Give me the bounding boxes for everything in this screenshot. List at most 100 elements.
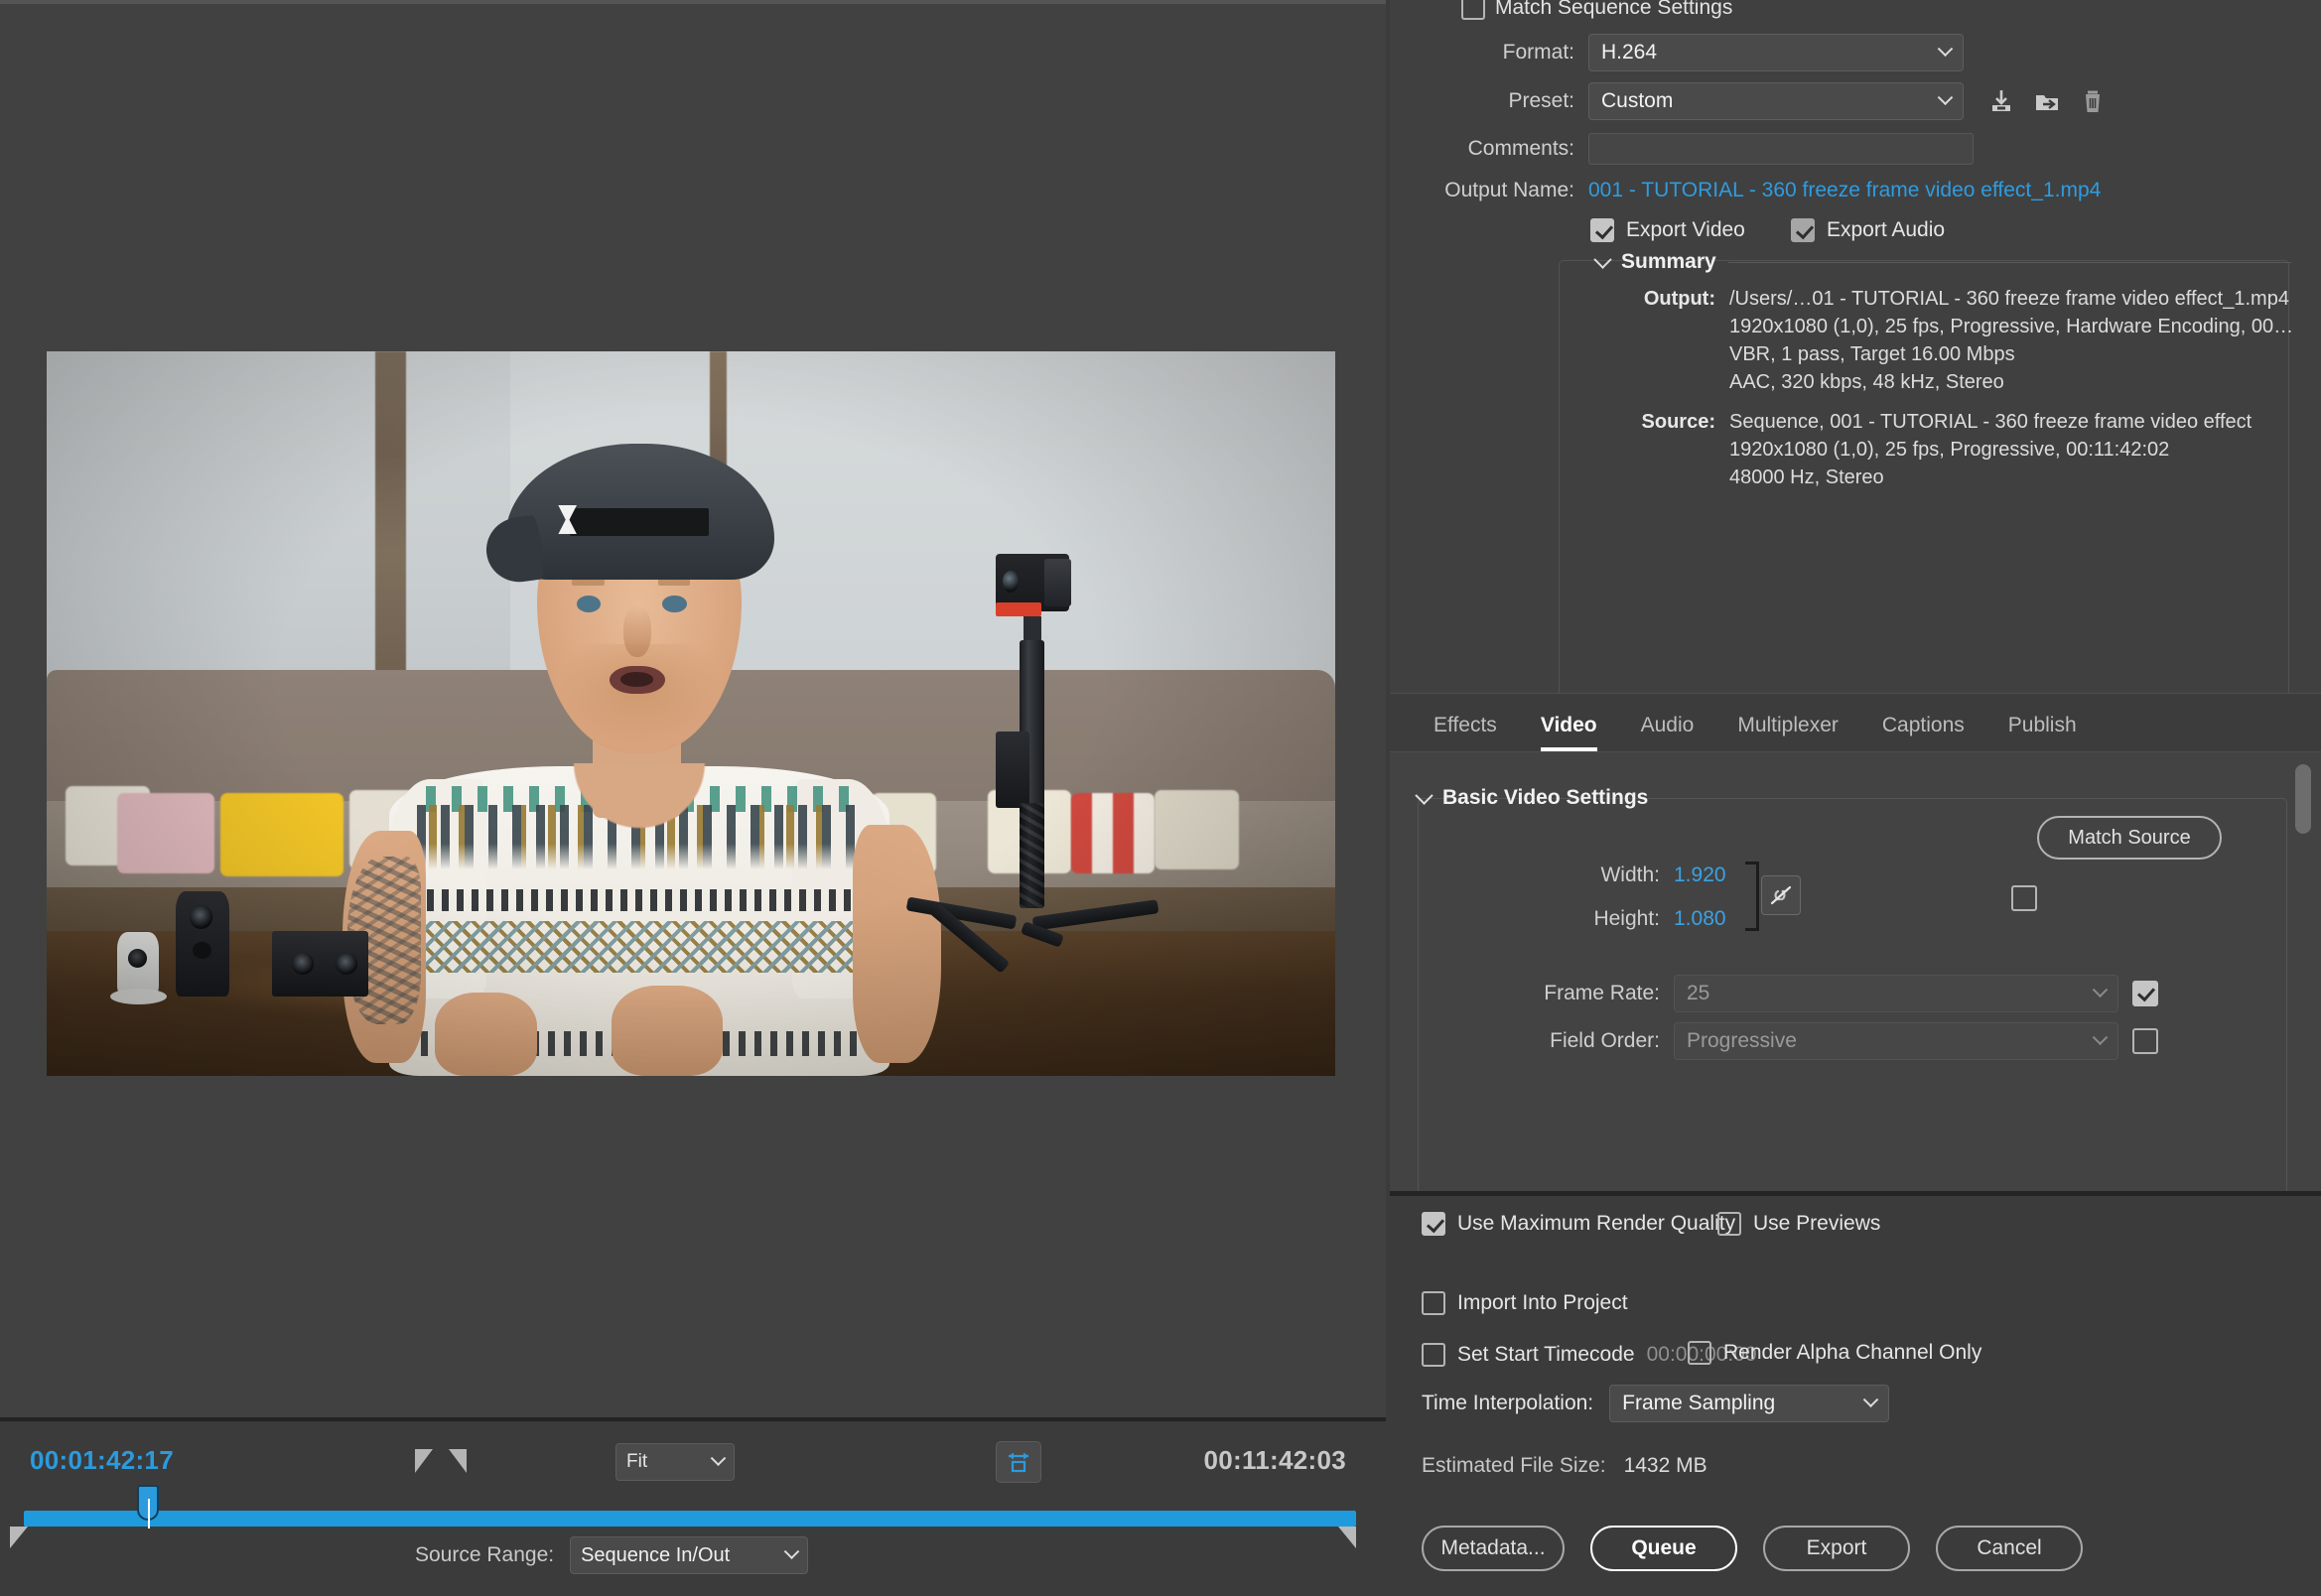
export-button[interactable]: Export — [1763, 1526, 1910, 1571]
mark-out-icon[interactable] — [449, 1449, 467, 1473]
frame-rate-select[interactable]: 25 — [1674, 975, 2118, 1012]
summary-output-block: Output: /Users/…01 - TUTORIAL - 360 free… — [1588, 288, 2293, 394]
height-row: Height: 1.080 — [1390, 907, 2321, 931]
summary-output-line: 1920x1080 (1,0), 25 fps, Progressive, Ha… — [1729, 316, 2294, 337]
tab-multiplexer[interactable]: Multiplexer — [1715, 714, 1860, 751]
delete-preset-button[interactable] — [2073, 81, 2113, 121]
comments-input[interactable] — [1588, 133, 1974, 165]
camera-tripod — [905, 554, 1160, 1032]
video-preview[interactable] — [47, 351, 1335, 1076]
import-into-project-row[interactable]: Import Into Project — [1422, 1291, 1628, 1315]
pillow — [117, 793, 214, 873]
source-range-select[interactable]: Sequence In/Out — [570, 1536, 809, 1574]
tab-effects[interactable]: Effects — [1412, 714, 1519, 751]
field-order-label: Field Order: — [1550, 1029, 1660, 1052]
aspect-lock-checkbox[interactable] — [2011, 885, 2037, 911]
output-name-link[interactable]: 001 - TUTORIAL - 360 freeze frame video … — [1588, 179, 2101, 202]
export-video-row[interactable]: Export Video — [1590, 218, 1745, 242]
frame-rate-row: Frame Rate: 25 — [1390, 975, 2321, 1012]
video-panel-scrollbar-thumb[interactable] — [2295, 764, 2311, 834]
aspect-link-toggle-button[interactable] — [1761, 875, 1801, 915]
summary-source-line: 48000 Hz, Stereo — [1729, 466, 1884, 488]
preset-value: Custom — [1601, 89, 1674, 112]
export-audio-label: Export Audio — [1827, 218, 1946, 241]
source-range-icon-button[interactable] — [996, 1441, 1041, 1483]
format-label: Format: — [1502, 41, 1574, 64]
set-start-timecode-checkbox[interactable] — [1422, 1343, 1445, 1367]
tab-audio[interactable]: Audio — [1619, 714, 1716, 751]
height-value[interactable]: 1.080 — [1674, 907, 1726, 931]
width-label: Width: — [1600, 864, 1660, 886]
zoom-level-value: Fit — [626, 1451, 648, 1472]
summary-output-key: Output: — [1643, 288, 1715, 310]
queue-button[interactable]: Queue — [1590, 1526, 1737, 1571]
scrub-track[interactable] — [24, 1511, 1356, 1527]
aspect-link-bracket — [1745, 862, 1759, 931]
cancel-button[interactable]: Cancel — [1936, 1526, 2083, 1571]
summary-output-line: /Users/…01 - TUTORIAL - 360 freeze frame… — [1729, 288, 2289, 310]
current-timecode[interactable]: 00:01:42:17 — [30, 1445, 174, 1476]
set-start-timecode-label: Set Start Timecode — [1457, 1343, 1635, 1366]
use-max-render-quality-row[interactable]: Use Maximum Render Quality — [1422, 1212, 1735, 1236]
range-end-handle[interactable] — [1338, 1527, 1356, 1548]
time-interpolation-value: Frame Sampling — [1622, 1392, 1776, 1414]
export-settings-panel: Match Sequence Settings Format: H.264 Pr… — [1390, 0, 2321, 1596]
export-audio-checkbox[interactable] — [1791, 218, 1815, 242]
source-range-row: Source Range: Sequence In/Out — [415, 1536, 809, 1574]
save-preset-button[interactable] — [1981, 81, 2021, 121]
use-max-render-quality-checkbox[interactable] — [1422, 1212, 1445, 1236]
summary-source-block: Source: Sequence, 001 - TUTORIAL - 360 f… — [1588, 411, 2253, 489]
basic-video-settings-header[interactable]: Basic Video Settings — [1415, 785, 2287, 810]
import-into-project-checkbox[interactable] — [1422, 1291, 1445, 1315]
chevron-down-icon — [2092, 1028, 2109, 1045]
duration-timecode: 00:11:42:03 — [1203, 1445, 1346, 1475]
chevron-down-icon[interactable] — [1415, 785, 1434, 805]
match-sequence-settings-checkbox[interactable] — [1461, 0, 1485, 20]
range-start-handle[interactable] — [10, 1527, 28, 1548]
use-previews-label: Use Previews — [1753, 1212, 1881, 1235]
width-row: Width: 1.920 — [1390, 864, 2321, 887]
comments-row: Comments: — [1390, 133, 2321, 165]
tab-captions[interactable]: Captions — [1860, 714, 1986, 751]
preset-select[interactable]: Custom — [1588, 82, 1964, 120]
summary-header[interactable]: Summary — [1593, 249, 2291, 274]
tab-publish[interactable]: Publish — [1986, 714, 2099, 751]
comments-label: Comments: — [1467, 137, 1574, 160]
source-range-value: Sequence In/Out — [581, 1543, 731, 1566]
zoom-level-select[interactable]: Fit — [615, 1443, 735, 1481]
preview-pane — [0, 0, 1386, 1417]
chevron-down-icon — [1937, 88, 1954, 105]
use-max-render-quality-label: Use Maximum Render Quality — [1457, 1212, 1736, 1235]
render-alpha-channel-only-checkbox[interactable] — [1688, 1341, 1711, 1365]
format-select[interactable]: H.264 — [1588, 34, 1964, 71]
match-source-button[interactable]: Match Source — [2037, 816, 2222, 860]
metadata-button[interactable]: Metadata... — [1422, 1526, 1565, 1571]
match-sequence-settings-row[interactable]: Match Sequence Settings — [1461, 0, 1732, 20]
export-options-pane: Use Maximum Render Quality Use Previews … — [1390, 1191, 2321, 1596]
preset-label: Preset: — [1508, 89, 1574, 112]
mark-in-icon[interactable] — [415, 1449, 433, 1473]
frame-rate-checkbox[interactable] — [2132, 981, 2158, 1006]
height-label: Height: — [1593, 907, 1660, 930]
chevron-down-icon[interactable] — [1593, 249, 1612, 269]
summary-output-line: VBR, 1 pass, Target 16.00 Mbps — [1729, 343, 2015, 365]
use-previews-row[interactable]: Use Previews — [1717, 1212, 1880, 1236]
import-preset-button[interactable] — [2027, 81, 2067, 121]
render-alpha-channel-only-row[interactable]: Render Alpha Channel Only — [1688, 1341, 1981, 1365]
format-row: Format: H.264 — [1390, 34, 2321, 71]
chevron-down-icon — [710, 1449, 727, 1466]
export-audio-row[interactable]: Export Audio — [1791, 218, 1945, 242]
export-video-checkbox[interactable] — [1590, 218, 1614, 242]
chevron-down-icon — [1937, 40, 1954, 57]
field-order-checkbox[interactable] — [2132, 1028, 2158, 1054]
dialog-action-buttons: Metadata... Queue Export Cancel — [1422, 1526, 2083, 1571]
summary-source-line: 1920x1080 (1,0), 25 fps, Progressive, 00… — [1729, 439, 2170, 461]
time-interpolation-select[interactable]: Frame Sampling — [1609, 1385, 1890, 1422]
tab-video[interactable]: Video — [1519, 714, 1619, 751]
range-arrows-icon — [1009, 1452, 1028, 1473]
playhead-handle[interactable] — [137, 1485, 159, 1529]
estimated-file-size-label: Estimated File Size: — [1422, 1454, 1606, 1477]
field-order-select[interactable]: Progressive — [1674, 1022, 2118, 1060]
width-value[interactable]: 1.920 — [1674, 864, 1726, 887]
use-previews-checkbox[interactable] — [1717, 1212, 1741, 1236]
